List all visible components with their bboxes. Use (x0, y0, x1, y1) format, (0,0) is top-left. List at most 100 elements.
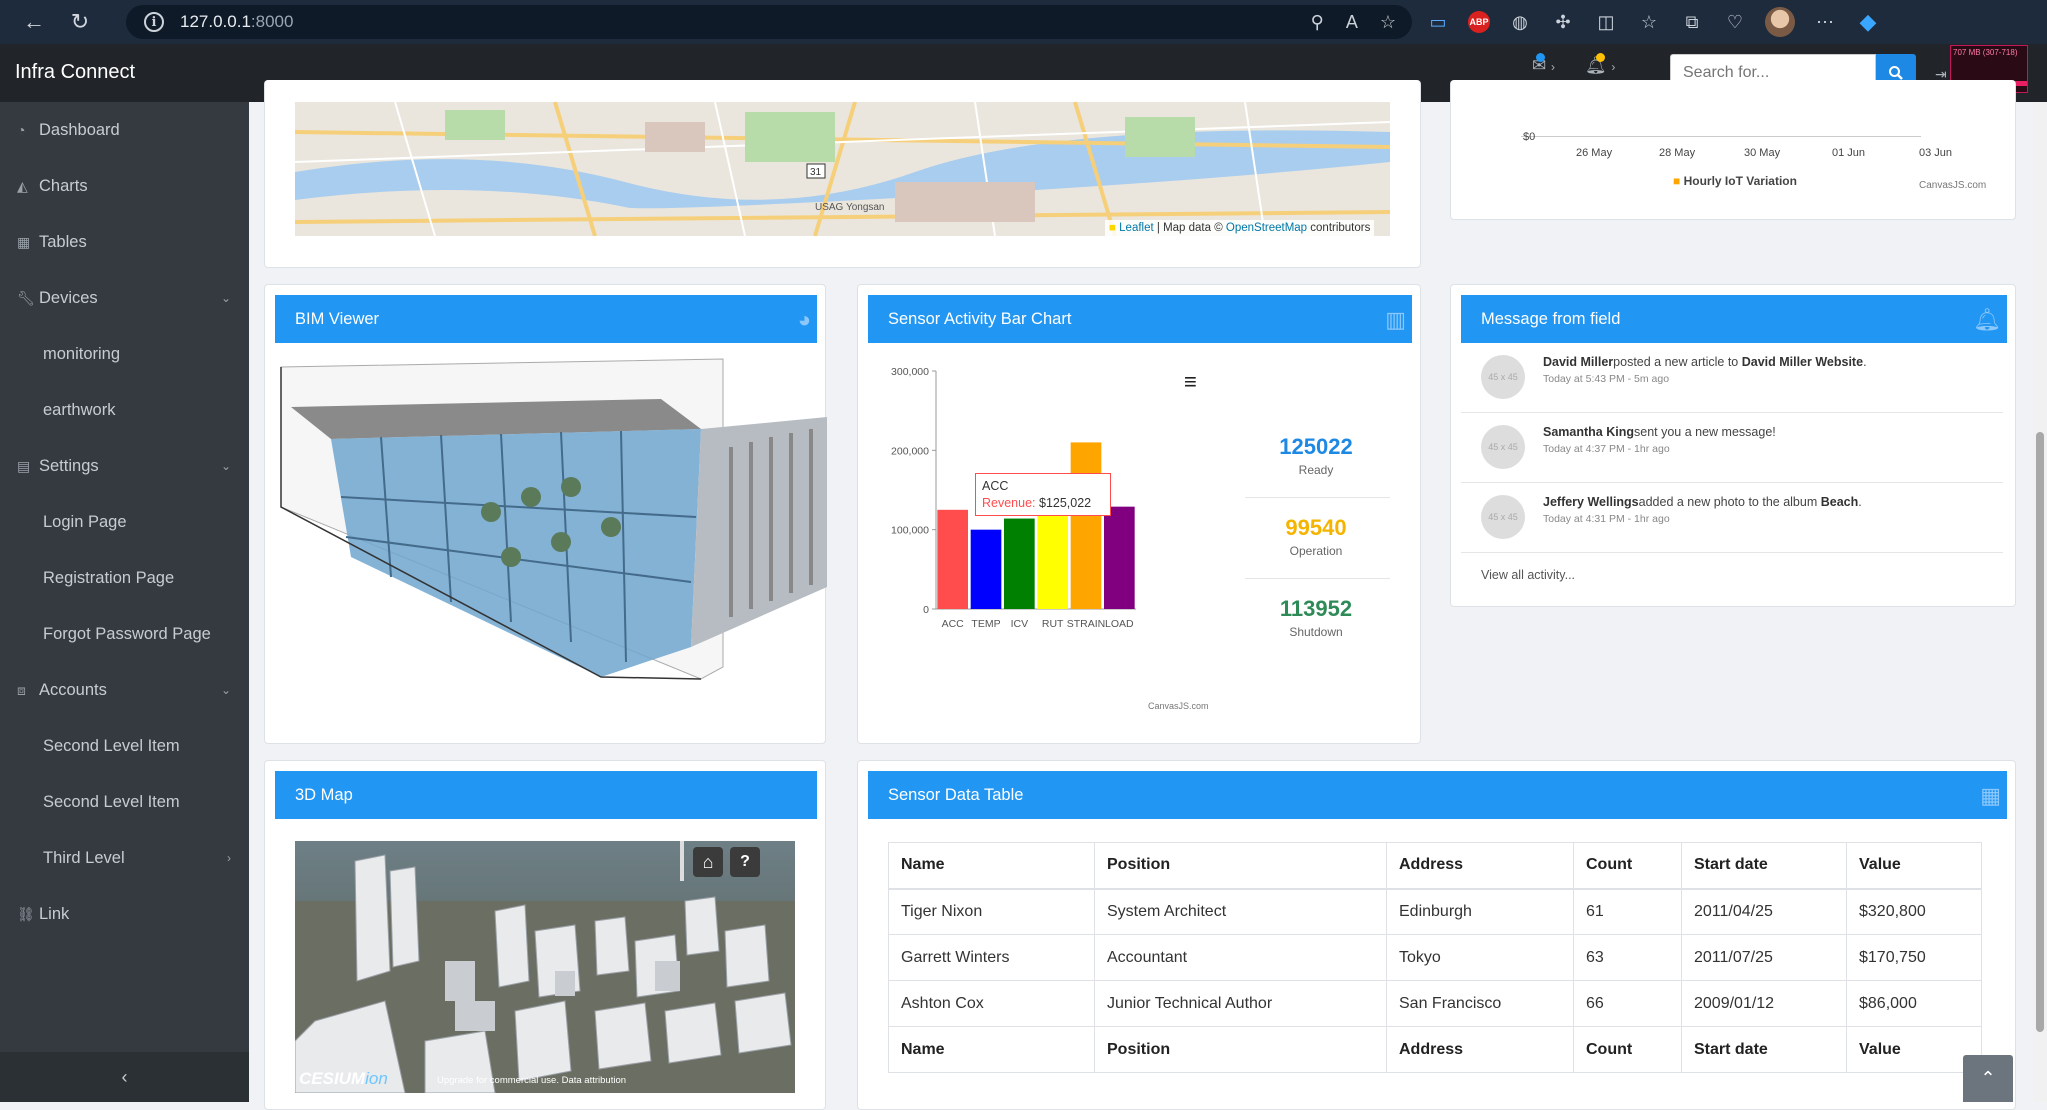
site-info-icon[interactable]: i (144, 12, 164, 32)
chart-menu-icon[interactable]: ≡ (1184, 369, 1197, 395)
sidebar-item-login-page[interactable]: Login Page (0, 494, 249, 550)
messages-dropdown[interactable]: ✉ › (1532, 53, 1555, 76)
card-header: Sensor Data Table ▦ (868, 771, 2007, 819)
table-cell: $170,750 (1846, 934, 1982, 981)
x-tick-label: RUT (1042, 618, 1064, 630)
sidebar-item-dashboard[interactable]: ◔ Dashboard (0, 102, 249, 158)
sidebar-item-devices[interactable]: 🔧︎ Devices ⌄ (0, 270, 249, 326)
avatar: 45 x 45 (1481, 495, 1525, 539)
table-cell: Accountant (1094, 934, 1387, 981)
read-aloud-icon[interactable]: A (1346, 12, 1358, 33)
cast-icon[interactable]: ▭ (1425, 9, 1451, 35)
bim-3d-viewport[interactable] (271, 347, 827, 707)
sidebar-item-accounts[interactable]: ⧈ Accounts ⌄ (0, 662, 249, 718)
table-cell: Tokyo (1386, 934, 1574, 981)
globe-icon[interactable]: ◍ (1507, 9, 1533, 35)
profile-avatar[interactable] (1765, 7, 1795, 37)
sidebar-item-settings[interactable]: ▤ Settings ⌄ (0, 438, 249, 494)
help-icon[interactable]: ? (730, 847, 760, 877)
view-all-activity-link[interactable]: View all activity... (1481, 568, 1575, 582)
message-item[interactable]: 45 x 45 Jeffery Wellingsadded a new phot… (1461, 483, 2003, 553)
sidebar-item-second-level-1[interactable]: Second Level Item (0, 718, 249, 774)
favorite-star-icon[interactable]: ☆ (1380, 12, 1396, 33)
brand-title[interactable]: Infra Connect (15, 61, 135, 84)
sidebar-item-link[interactable]: ⛓ Link (0, 886, 249, 942)
bar-icv[interactable] (1004, 518, 1035, 609)
message-item[interactable]: 45 x 45 David Millerposted a new article… (1461, 343, 2003, 413)
cesium-wordmark: CESIUM (299, 1069, 366, 1088)
health-icon[interactable]: ♡ (1722, 9, 1748, 35)
chart-credit[interactable]: CanvasJS.com (1919, 180, 1986, 191)
alerts-dropdown[interactable]: 🔔︎ › (1585, 53, 1615, 76)
split-screen-icon[interactable]: ◫ (1593, 9, 1619, 35)
chevron-down-icon: ⌄ (220, 291, 231, 305)
page-scrollbar[interactable] (2033, 102, 2047, 1102)
back-icon[interactable]: ← (12, 0, 56, 44)
copilot-icon[interactable]: ◆ (1855, 9, 1881, 35)
home-icon[interactable]: ⌂ (693, 847, 723, 877)
message-end: . (1858, 495, 1862, 509)
chart-credit[interactable]: CanvasJS.com (1148, 701, 1209, 711)
bar-acc[interactable] (937, 509, 968, 609)
chevron-right-icon: › (1550, 60, 1555, 74)
stat-label: Shutdown (1289, 625, 1343, 639)
leaflet-link[interactable]: Leaflet (1119, 222, 1154, 234)
stat-shutdown: 113952 Shutdown (1242, 596, 1390, 639)
x-tick-label: 01 Jun (1832, 147, 1866, 159)
cesium-logo[interactable]: CESIUMion (299, 1069, 388, 1089)
chevron-right-icon: › (227, 851, 231, 865)
table-cell: Edinburgh (1386, 888, 1574, 935)
y-tick-label: 0 (923, 604, 929, 616)
osm-link[interactable]: OpenStreetMap (1226, 222, 1307, 234)
column-footer: Count (1573, 1026, 1682, 1073)
sidebar-item-forgot-password[interactable]: Forgot Password Page (0, 606, 249, 662)
attribution-text: | Map data © (1153, 222, 1226, 234)
scrollbar-thumb[interactable] (2036, 432, 2044, 1032)
extensions-icon[interactable]: ✣ (1550, 9, 1576, 35)
sidebar-item-third-level[interactable]: Third Level › (0, 830, 249, 886)
column-header[interactable]: Name (888, 842, 1095, 890)
bar-temp[interactable] (970, 529, 1002, 609)
bar-load[interactable] (1104, 506, 1135, 609)
address-bar[interactable]: i 127.0.0.1:8000 ⚲ A ☆ (126, 5, 1412, 39)
message-target: David Miller Website (1741, 355, 1864, 369)
stat-value: 99540 (1285, 515, 1347, 540)
sidebar-item-second-level-2[interactable]: Second Level Item (0, 774, 249, 830)
reload-icon[interactable]: ↻ (58, 0, 102, 44)
map-card: USAG Yongsan 31 ■ Leaflet | Map data © O… (264, 80, 1421, 268)
sidebar-item-charts[interactable]: ◭ Charts (0, 158, 249, 214)
column-header[interactable]: Position (1094, 842, 1387, 890)
column-header[interactable]: Value (1846, 842, 1982, 890)
sidebar-item-earthwork[interactable]: earthwork (0, 382, 249, 438)
upgrade-attribution[interactable]: Upgrade for commercial use. Data attribu… (437, 1075, 626, 1086)
zoom-icon[interactable]: ⚲ (1311, 12, 1324, 33)
message-item[interactable]: 45 x 45 Samantha Kingsent you a new mess… (1461, 413, 2003, 483)
avatar: 45 x 45 (1481, 425, 1525, 469)
chart-legend[interactable]: ■ Hourly IoT Variation (1673, 174, 1797, 188)
pie-chart-icon: ◕ (797, 307, 811, 332)
x-tick-label: 03 Jun (1919, 147, 1953, 159)
column-header[interactable]: Address (1386, 842, 1574, 890)
sidebar-item-monitoring[interactable]: monitoring (0, 326, 249, 382)
sitemap-icon: ⧈ (17, 681, 26, 698)
sidebar-item-registration-page[interactable]: Registration Page (0, 550, 249, 606)
street-map[interactable]: USAG Yongsan 31 (295, 102, 1390, 236)
column-footer: Value (1846, 1026, 1982, 1073)
sidebar-item-tables[interactable]: ▦ Tables (0, 214, 249, 270)
x-tick-label: TEMP (971, 618, 1000, 630)
divider (1245, 497, 1390, 498)
column-header[interactable]: Start date (1681, 842, 1847, 890)
sender-name: Jeffery Wellings (1543, 495, 1639, 509)
sidebar-item-label: Tables (39, 232, 87, 251)
more-menu-icon[interactable]: ⋯ (1812, 9, 1838, 35)
collections-icon[interactable]: ⧉ (1679, 9, 1705, 35)
sidebar-collapse-button[interactable]: ‹ (0, 1052, 249, 1102)
scroll-to-top-button[interactable]: ⌃ (1963, 1055, 2013, 1102)
column-header[interactable]: Count (1573, 842, 1682, 890)
bar-strain[interactable] (1070, 442, 1102, 609)
cesium-3d-viewport[interactable] (295, 841, 795, 1093)
card-header: BIM Viewer ◕ (275, 295, 817, 343)
bim-viewer-card: BIM Viewer ◕ (264, 284, 827, 744)
adblock-icon[interactable]: ABP (1468, 11, 1490, 33)
favorites-icon[interactable]: ☆ (1636, 9, 1662, 35)
